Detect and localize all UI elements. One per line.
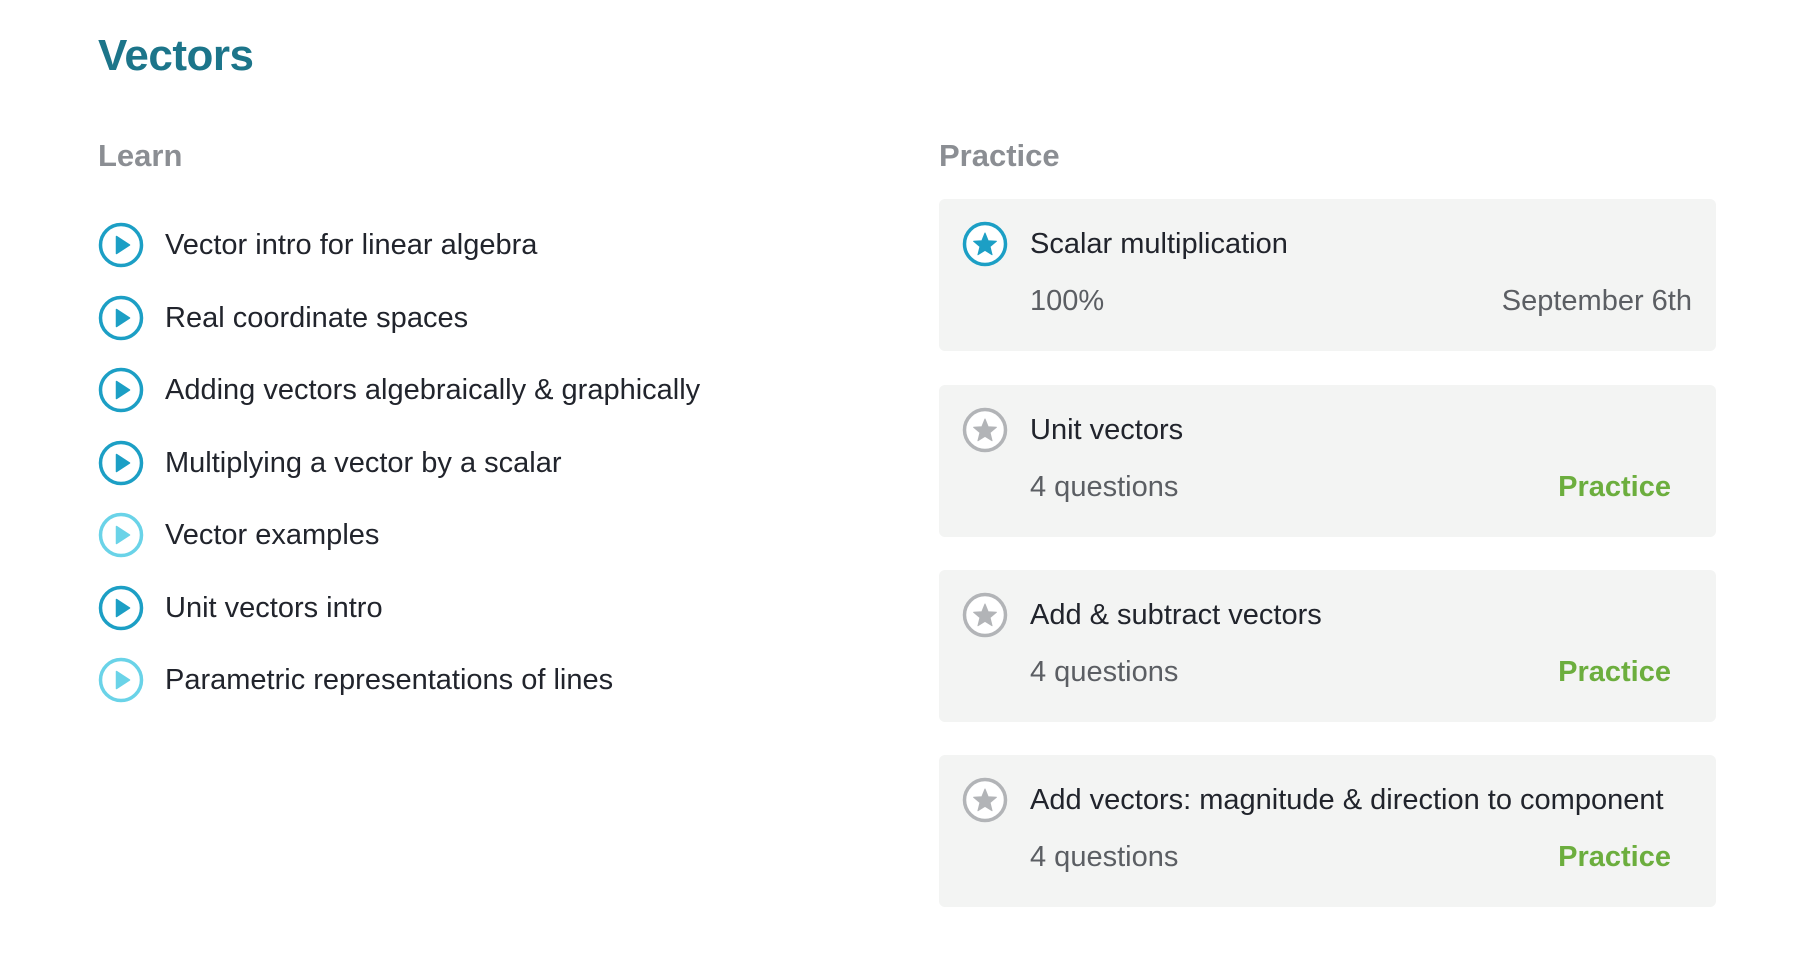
practice-card-scalar-multiplication[interactable]: Scalar multiplication 100% September 6th: [939, 199, 1716, 351]
learn-list: Vector intro for linear algebra Real coo…: [98, 220, 700, 728]
practice-button[interactable]: Practice: [1558, 839, 1671, 875]
play-circle-icon: [98, 367, 144, 413]
learn-item-label[interactable]: Multiplying a vector by a scalar: [165, 438, 562, 488]
learn-item-vector-examples[interactable]: Vector examples: [98, 510, 700, 583]
practice-card-title: Add vectors: magnitude & direction to co…: [1030, 784, 1664, 816]
play-circle-icon: [98, 512, 144, 558]
play-circle-icon: [98, 440, 144, 486]
practice-card-score: 100%: [1030, 285, 1105, 317]
play-circle-icon: [98, 585, 144, 631]
practice-card-magnitude-direction[interactable]: Add vectors: magnitude & direction to co…: [939, 755, 1716, 907]
practice-card-date: September 6th: [1501, 285, 1692, 317]
star-circle-icon: [962, 407, 1008, 453]
practice-card-title: Scalar multiplication: [1030, 228, 1288, 260]
page-title: Vectors: [98, 31, 254, 80]
learn-item-adding-vectors[interactable]: Adding vectors algebraically & graphical…: [98, 365, 700, 438]
practice-card-question-count: 4 questions: [1030, 471, 1179, 503]
learn-item-label[interactable]: Vector examples: [165, 510, 379, 560]
learn-item-parametric-lines[interactable]: Parametric representations of lines: [98, 655, 700, 728]
practice-card-title: Unit vectors: [1030, 414, 1184, 446]
learn-item-label[interactable]: Real coordinate spaces: [165, 293, 468, 343]
practice-card-unit-vectors[interactable]: Unit vectors 4 questions Practice: [939, 385, 1716, 537]
practice-card-question-count: 4 questions: [1030, 656, 1179, 688]
play-circle-icon: [98, 657, 144, 703]
practice-card-title: Add & subtract vectors: [1030, 599, 1322, 631]
star-circle-icon: [962, 592, 1008, 638]
practice-button[interactable]: Practice: [1558, 654, 1671, 690]
practice-button[interactable]: Practice: [1558, 469, 1671, 505]
learn-item-label[interactable]: Unit vectors intro: [165, 583, 383, 633]
practice-card-add-subtract-vectors[interactable]: Add & subtract vectors 4 questions Pract…: [939, 570, 1716, 722]
play-circle-icon: [98, 222, 144, 268]
learn-item-unit-vectors-intro[interactable]: Unit vectors intro: [98, 583, 700, 656]
learn-item-multiplying-vector[interactable]: Multiplying a vector by a scalar: [98, 438, 700, 511]
learn-item-label[interactable]: Parametric representations of lines: [165, 655, 613, 705]
star-circle-icon: [962, 777, 1008, 823]
learn-heading: Learn: [98, 138, 183, 173]
practice-heading: Practice: [939, 138, 1060, 173]
learn-item-label[interactable]: Adding vectors algebraically & graphical…: [165, 365, 700, 415]
practice-card-question-count: 4 questions: [1030, 841, 1179, 873]
learn-item-label[interactable]: Vector intro for linear algebra: [165, 220, 537, 270]
learn-item-real-coordinate-spaces[interactable]: Real coordinate spaces: [98, 293, 700, 366]
play-circle-icon: [98, 295, 144, 341]
star-circle-icon: [962, 221, 1008, 267]
learn-item-vector-intro[interactable]: Vector intro for linear algebra: [98, 220, 700, 293]
